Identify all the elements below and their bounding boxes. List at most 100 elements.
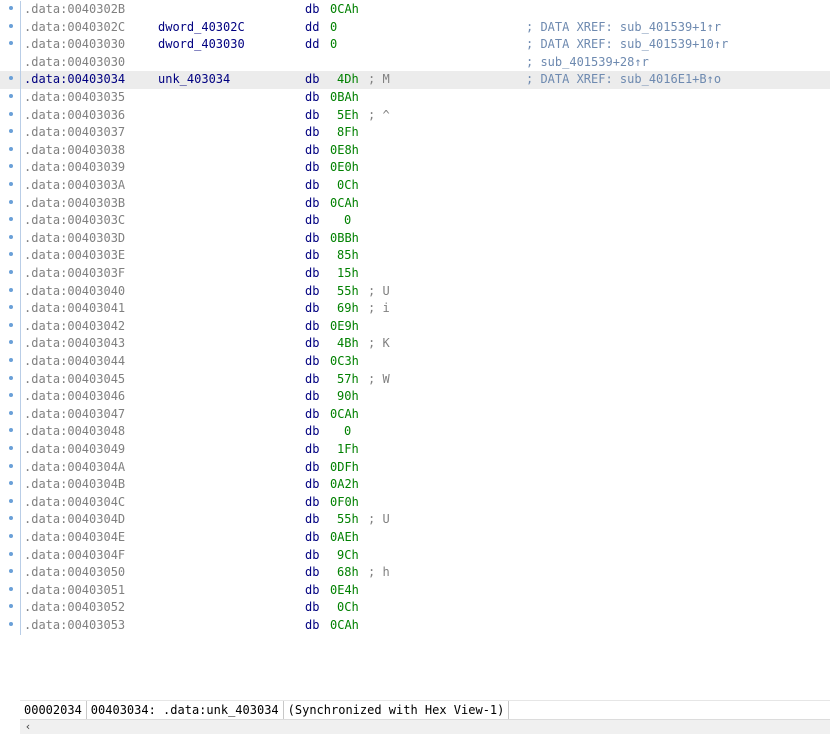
row-address[interactable]: .data:00403040 — [24, 283, 125, 301]
listing-row[interactable]: .data:00403051 db 0E4h — [0, 581, 830, 600]
listing-row[interactable]: .data:0040304D db 55h ; U — [0, 511, 830, 529]
row-address[interactable]: .data:0040303A — [24, 177, 125, 195]
row-address[interactable]: .data:0040304A — [24, 459, 125, 477]
listing-row[interactable]: .data:00403049 db 1Fh — [0, 441, 830, 459]
row-address[interactable]: .data:0040304B — [24, 476, 125, 494]
row-gutter[interactable] — [0, 617, 18, 635]
operand-value[interactable]: 0 — [344, 423, 351, 441]
listing-row[interactable]: .data:00403034 unk_403034 db 4Dh ; M ; DATA X… — [0, 71, 830, 89]
xref-comment[interactable]: ; DATA XREF: sub_401539+1↑r — [526, 19, 721, 37]
row-address[interactable]: .data:0040304F — [24, 547, 125, 565]
row-address[interactable]: .data:00403051 — [24, 582, 125, 600]
operand-value[interactable]: 15h — [337, 265, 359, 283]
row-address[interactable]: .data:0040303C — [24, 212, 125, 230]
row-gutter[interactable] — [0, 19, 18, 37]
listing-row[interactable]: .data:00403044 db 0C3h — [0, 353, 830, 371]
operand-value[interactable]: 0Ch — [337, 177, 359, 195]
row-address[interactable]: .data:00403041 — [24, 300, 125, 318]
listing-row[interactable]: .data:0040304E db 0AEh — [0, 529, 830, 547]
row-gutter[interactable] — [0, 124, 18, 142]
operand-value[interactable]: 9Ch — [337, 547, 359, 565]
listing-row[interactable]: .data:00403040 db 55h ; U — [0, 282, 830, 301]
row-address[interactable]: .data:00403030 — [24, 36, 125, 54]
operand-value[interactable]: 68h — [337, 564, 359, 582]
operand-value[interactable]: 0A2h — [330, 476, 359, 494]
scroll-left-arrow-icon[interactable]: ‹ — [22, 720, 34, 734]
row-address[interactable]: .data:00403046 — [24, 388, 125, 406]
listing-row[interactable]: .data:0040303E db 85h — [0, 247, 830, 265]
disassembly-listing[interactable]: .data:0040302B db 0CAh .data:0040302C dword_… — [0, 0, 830, 693]
row-gutter[interactable] — [0, 54, 18, 72]
operand-value[interactable]: 55h — [337, 511, 359, 529]
row-gutter[interactable] — [0, 599, 18, 617]
row-gutter[interactable] — [0, 107, 18, 125]
row-gutter[interactable] — [0, 476, 18, 494]
listing-row[interactable]: .data:00403037 db 8Fh — [0, 124, 830, 142]
row-gutter[interactable] — [0, 283, 18, 301]
row-gutter[interactable] — [0, 159, 18, 177]
listing-row[interactable]: .data:0040303F db 15h — [0, 265, 830, 283]
symbol-name[interactable]: unk_403034 — [158, 71, 230, 89]
operand-value[interactable]: 1Fh — [337, 441, 359, 459]
listing-row[interactable]: .data:00403041 db 69h ; i — [0, 300, 830, 318]
xref-comment[interactable]: ; DATA XREF: sub_4016E1+B↑o — [526, 71, 721, 89]
operand-value[interactable]: 0 — [330, 19, 337, 37]
operand-value[interactable]: 4Dh — [337, 71, 359, 89]
operand-value[interactable]: 4Bh — [337, 335, 359, 353]
row-gutter[interactable] — [0, 459, 18, 477]
row-address[interactable]: .data:00403047 — [24, 406, 125, 424]
listing-row[interactable]: .data:0040303C db 0 — [0, 212, 830, 230]
row-gutter[interactable] — [0, 212, 18, 230]
row-gutter[interactable] — [0, 89, 18, 107]
row-gutter[interactable] — [0, 335, 18, 353]
listing-row[interactable]: .data:00403035 db 0BAh — [0, 89, 830, 107]
operand-value[interactable]: 0CAh — [330, 1, 359, 19]
row-address[interactable]: .data:0040304C — [24, 494, 125, 512]
row-address[interactable]: .data:00403038 — [24, 142, 125, 160]
row-address[interactable]: .data:00403050 — [24, 564, 125, 582]
row-address[interactable]: .data:0040302B — [24, 1, 125, 19]
row-gutter[interactable] — [0, 300, 18, 318]
operand-value[interactable]: 0BAh — [330, 89, 359, 107]
row-gutter[interactable] — [0, 247, 18, 265]
row-gutter[interactable] — [0, 388, 18, 406]
operand-value[interactable]: 0E8h — [330, 142, 359, 160]
listing-row[interactable]: .data:0040302B db 0CAh — [0, 1, 830, 19]
xref-comment[interactable]: ; sub_401539+28↑r — [526, 54, 649, 72]
listing-row[interactable]: .data:00403048 db 0 — [0, 423, 830, 441]
listing-row[interactable]: .data:00403036 db 5Eh ; ^ — [0, 106, 830, 125]
operand-value[interactable]: 0E9h — [330, 318, 359, 336]
row-address[interactable]: .data:00403045 — [24, 371, 125, 389]
row-address[interactable]: .data:00403034 — [24, 71, 125, 89]
row-gutter[interactable] — [0, 406, 18, 424]
row-address[interactable]: .data:0040303F — [24, 265, 125, 283]
listing-row[interactable]: .data:00403043 db 4Bh ; K — [0, 335, 830, 353]
row-address[interactable]: .data:00403039 — [24, 159, 125, 177]
operand-value[interactable]: 5Eh — [337, 107, 359, 125]
listing-row[interactable]: .data:00403042 db 0E9h — [0, 317, 830, 336]
listing-row[interactable]: .data:00403030 ; sub_401539+28↑r — [0, 53, 830, 72]
symbol-name[interactable]: dword_40302C — [158, 19, 245, 37]
horizontal-scrollbar[interactable]: ‹ — [20, 719, 830, 734]
row-gutter[interactable] — [0, 494, 18, 512]
row-gutter[interactable] — [0, 265, 18, 283]
operand-value[interactable]: 0E4h — [330, 582, 359, 600]
row-address[interactable]: .data:00403035 — [24, 89, 125, 107]
row-gutter[interactable] — [0, 36, 18, 54]
operand-value[interactable]: 0F0h — [330, 494, 359, 512]
operand-value[interactable]: 55h — [337, 283, 359, 301]
listing-row[interactable]: .data:00403039 db 0E0h — [0, 159, 830, 177]
row-gutter[interactable] — [0, 371, 18, 389]
row-address[interactable]: .data:00403030 — [24, 54, 125, 72]
operand-value[interactable]: 0C3h — [330, 353, 359, 371]
row-gutter[interactable] — [0, 423, 18, 441]
row-address[interactable]: .data:0040303E — [24, 247, 125, 265]
row-address[interactable]: .data:0040302C — [24, 19, 125, 37]
row-gutter[interactable] — [0, 582, 18, 600]
row-address[interactable]: .data:00403052 — [24, 599, 125, 617]
listing-row[interactable]: .data:0040303A db 0Ch — [0, 177, 830, 195]
listing-row[interactable]: .data:0040303B db 0CAh — [0, 194, 830, 213]
row-address[interactable]: .data:00403049 — [24, 441, 125, 459]
row-address[interactable]: .data:00403042 — [24, 318, 125, 336]
listing-row[interactable]: .data:00403052 db 0Ch — [0, 599, 830, 617]
